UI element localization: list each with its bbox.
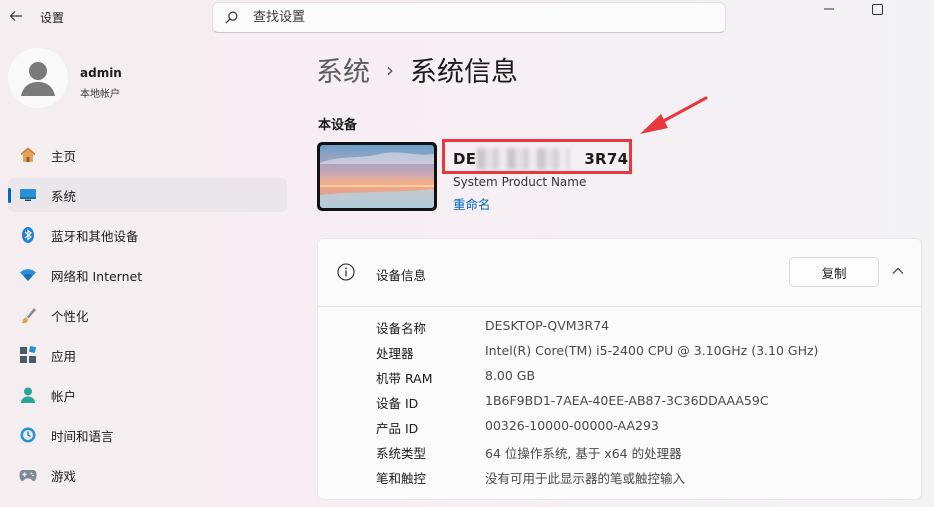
divider xyxy=(318,306,921,307)
user-name: admin xyxy=(80,66,122,80)
device-model: System Product Name xyxy=(453,175,587,189)
spec-key: 机带 RAM xyxy=(376,371,433,386)
sidebar-item-label: 应用 xyxy=(51,348,77,364)
info-icon xyxy=(337,263,355,281)
home-icon xyxy=(18,145,38,165)
sidebar-item-system[interactable]: 系统 xyxy=(8,178,287,212)
back-arrow-icon[interactable] xyxy=(6,6,26,26)
page-title: 系统信息 xyxy=(410,57,518,88)
wifi-icon xyxy=(18,265,38,285)
section-label: 本设备 xyxy=(318,118,358,133)
sidebar-item-apps[interactable]: 应用 xyxy=(8,338,287,372)
wallpaper-image xyxy=(320,145,434,208)
device-specs-card: 设备信息 复制 设备名称 DESKTOP-QVM3R74 处理器 Intel(R… xyxy=(317,238,922,500)
brush-icon xyxy=(18,305,38,325)
device-thumbnail xyxy=(317,142,437,211)
search-input[interactable] xyxy=(253,3,713,32)
app-title: 设置 xyxy=(40,11,65,25)
search-box[interactable] xyxy=(212,2,726,33)
apps-icon xyxy=(18,345,38,365)
game-controller-icon xyxy=(18,465,38,485)
annotation-highlight-box xyxy=(442,139,632,174)
annotation-arrow-icon xyxy=(640,96,708,134)
sidebar-item-label: 时间和语言 xyxy=(51,428,114,444)
sidebar-item-label: 蓝牙和其他设备 xyxy=(51,228,139,244)
spec-value: 00326-10000-00000-AA293 xyxy=(485,418,659,433)
sidebar-item-network[interactable]: 网络和 Internet xyxy=(8,258,287,292)
time-language-icon xyxy=(18,425,38,445)
chevron-up-icon[interactable] xyxy=(891,264,905,278)
spec-value: 8.00 GB xyxy=(485,368,536,383)
spec-value: 没有可用于此显示器的笔或触控输入 xyxy=(485,471,686,486)
bluetooth-icon xyxy=(18,225,38,245)
sidebar-item-time-language[interactable]: 时间和语言 xyxy=(8,418,287,452)
spec-value: Intel(R) Core(TM) i5-2400 CPU @ 3.10GHz … xyxy=(485,343,819,358)
sidebar-item-label: 系统 xyxy=(51,188,77,204)
spec-key: 笔和触控 xyxy=(376,471,427,486)
active-indicator xyxy=(8,188,11,203)
avatar[interactable] xyxy=(8,48,68,108)
spec-key: 处理器 xyxy=(376,346,414,361)
sidebar-item-label: 主页 xyxy=(51,148,77,164)
system-icon xyxy=(18,185,38,205)
account-icon xyxy=(18,385,38,405)
card-title: 设备信息 xyxy=(376,268,427,283)
sidebar-item-label: 个性化 xyxy=(51,308,89,324)
sidebar-item-label: 网络和 Internet xyxy=(51,268,143,284)
spec-key: 设备名称 xyxy=(376,321,427,336)
sidebar-item-personalization[interactable]: 个性化 xyxy=(8,298,287,332)
spec-key: 系统类型 xyxy=(376,446,427,461)
sidebar-item-accounts[interactable]: 帐户 xyxy=(8,378,287,412)
sidebar-item-bluetooth[interactable]: 蓝牙和其他设备 xyxy=(8,218,287,252)
spec-key: 产品 ID xyxy=(376,421,419,436)
breadcrumb-separator: › xyxy=(386,57,394,82)
breadcrumb: 系统 › 系统信息 xyxy=(316,50,518,89)
maximize-icon[interactable] xyxy=(854,0,900,18)
sidebar-item-label: 帐户 xyxy=(51,388,77,404)
spec-value: DESKTOP-QVM3R74 xyxy=(485,318,610,333)
spec-key: 设备 ID xyxy=(376,396,419,411)
search-icon xyxy=(225,11,238,24)
sidebar-item-home[interactable]: 主页 xyxy=(8,138,287,172)
spec-value: 1B6F9BD1-7AEA-40EE-AB87-3C36DDAAA59C xyxy=(485,393,769,408)
copy-button[interactable]: 复制 xyxy=(789,257,879,287)
rename-link[interactable]: 重命名 xyxy=(453,194,491,213)
spec-value: 64 位操作系统, 基于 x64 的处理器 xyxy=(485,446,682,461)
sidebar-item-label: 游戏 xyxy=(51,468,77,484)
sidebar-item-gaming[interactable]: 游戏 xyxy=(8,458,287,492)
user-account-type: 本地帐户 xyxy=(80,89,120,100)
breadcrumb-parent[interactable]: 系统 xyxy=(316,50,370,89)
minimize-icon[interactable] xyxy=(806,0,852,18)
